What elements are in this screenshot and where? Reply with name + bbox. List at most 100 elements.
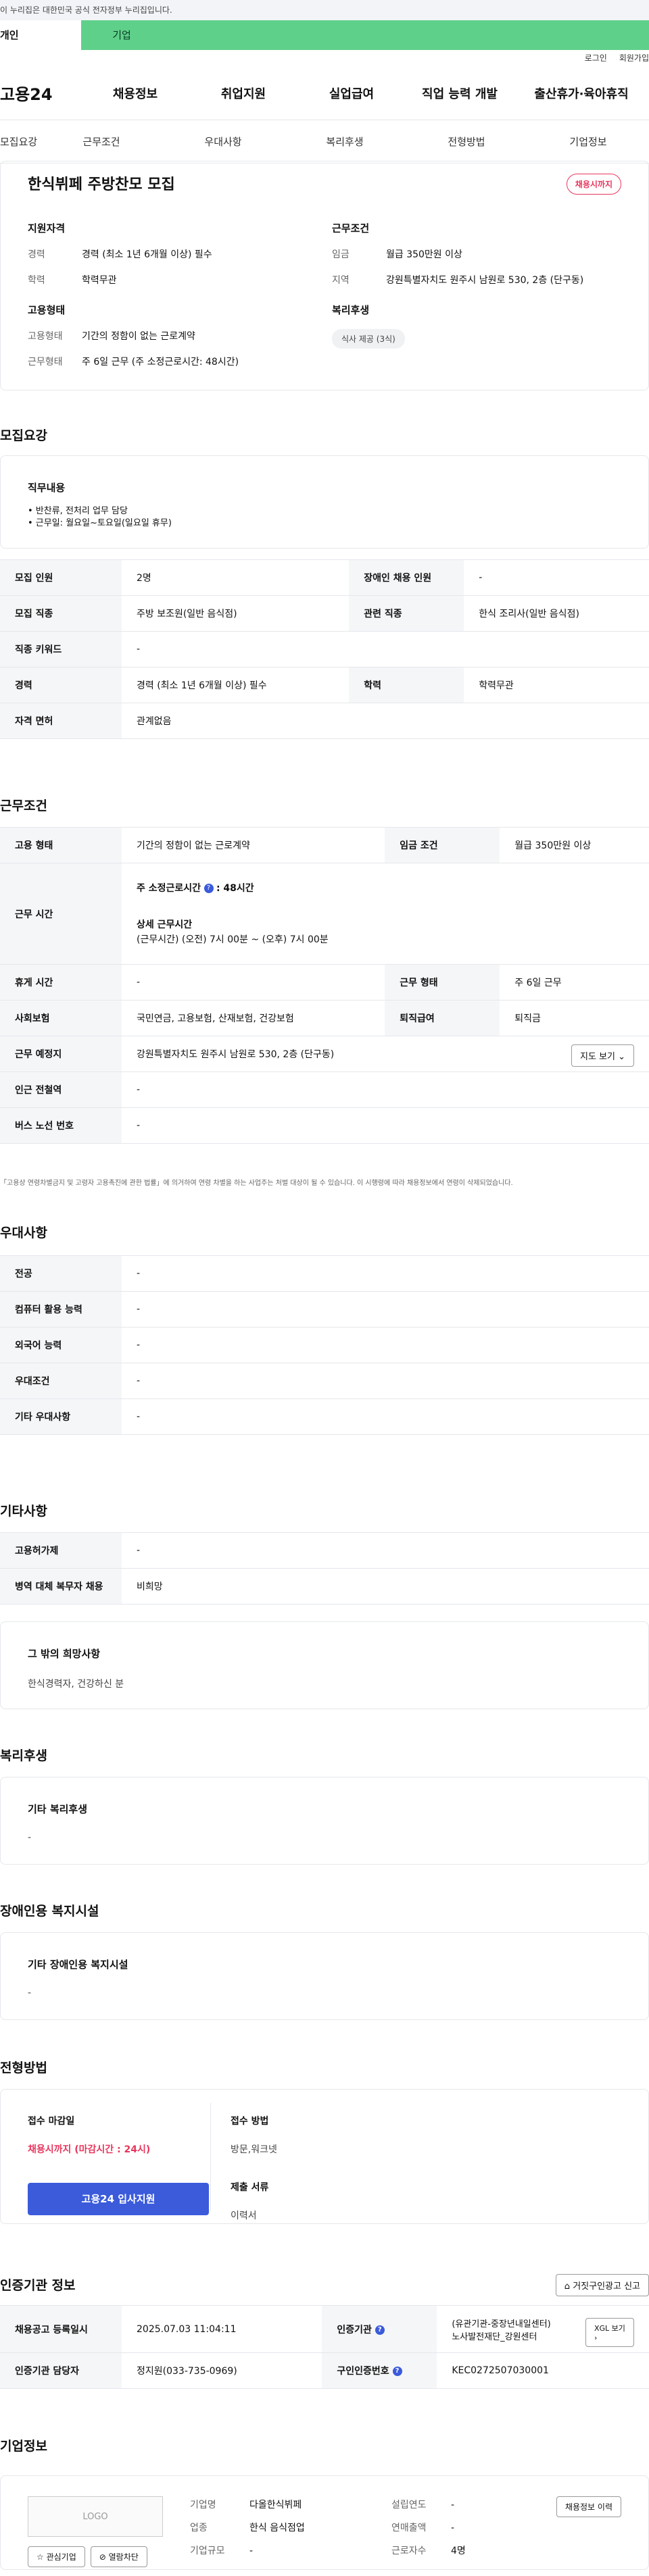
tab-company[interactable]: 기업	[81, 20, 162, 50]
recruit-title: 모집요강	[0, 428, 47, 443]
co-key: 기업규모	[190, 2546, 225, 2556]
td: -	[122, 1363, 649, 1399]
th: 구인인증번호 ?	[322, 2352, 437, 2389]
info-icon[interactable]: ?	[375, 2325, 385, 2335]
co-value: 4명	[451, 2546, 466, 2556]
site-logo[interactable]: 고용24	[0, 81, 81, 105]
work-location: 강원특별자치도 원주시 남원로 530, 2층 (단구동)	[137, 1049, 335, 1060]
recruit-table: 모집 인원 2명 장애인 채용 인원 - 모집 직종 주방 보조원(일반 음식점) 관련 …	[0, 559, 649, 739]
info-icon[interactable]: ?	[203, 883, 214, 893]
td: 관계없음	[122, 703, 649, 739]
th: 휴게 시간	[0, 964, 122, 1001]
th: 근무 예정지	[0, 1036, 122, 1072]
time-b-label: 상세 근무시간	[137, 919, 193, 930]
hope-value: 한식경력자, 건강하신 분	[28, 1679, 124, 1690]
block-button[interactable]: ⊘ 열람차단	[90, 2546, 147, 2567]
history-button[interactable]: 채용정보 이력	[556, 2496, 621, 2517]
xgl-button[interactable]: XGL 보기 ›	[585, 2318, 634, 2347]
cert-title: 인증기관 정보	[0, 2278, 76, 2293]
duty-title: 직무내용	[28, 482, 66, 494]
status-badge: 채용시까지	[566, 174, 621, 195]
nav-pref[interactable]: 우대사항	[162, 134, 284, 149]
info-icon[interactable]: ?	[392, 2367, 402, 2376]
gnb-jobs[interactable]: 채용정보	[81, 84, 189, 102]
td: -	[122, 1291, 649, 1328]
welfare-value: -	[28, 1832, 32, 1843]
apply-button[interactable]: 고용24 입사지원	[28, 2183, 209, 2215]
disab-title: 장애인용 복지시설	[0, 1904, 99, 1919]
disab-sub: 기타 장애인용 복지시설	[28, 1959, 128, 1971]
td: -	[122, 1398, 649, 1435]
th: 모집 인원	[0, 559, 122, 596]
emp-title: 고용형태	[28, 304, 66, 316]
gnb-benefit[interactable]: 실업급여	[297, 84, 406, 102]
section-nav: 모집요강 근무조건 우대사항 복리후생 전형방법 기업정보	[0, 120, 649, 163]
td: 2명	[122, 559, 350, 596]
util-bar: 로그인 회원가입	[0, 50, 649, 66]
td: -	[122, 1071, 649, 1108]
login-link[interactable]: 로그인	[585, 53, 607, 63]
cert-num-label: 구인인증번호	[337, 2366, 389, 2377]
th: 모집 직종	[0, 595, 122, 632]
age-note: 「고용상 연령차별금지 및 고령자 고용촉진에 관한 법률」에 의거하여 연령 …	[0, 1180, 513, 1187]
etc-title: 기타사항	[0, 1504, 47, 1519]
divider	[210, 2103, 211, 2211]
pref-title: 우대사항	[0, 1226, 47, 1240]
nav-welfare[interactable]: 복리후생	[284, 134, 406, 149]
td: 퇴직금	[500, 1000, 649, 1036]
map-button[interactable]: 지도 보기 ⌄	[571, 1044, 634, 1067]
qual-value: 학력무관	[82, 275, 117, 286]
td: -	[122, 1255, 649, 1292]
pref-table: 전공 - 컴퓨터 활용 능력 - 외국어 능력 - 우대조건 - 기타 우대사항 -	[0, 1255, 649, 1435]
nav-process[interactable]: 전형방법	[406, 134, 527, 149]
th: 전공	[0, 1255, 122, 1292]
duty-item: • 반찬류, 전처리 업무 담당	[28, 506, 128, 516]
td: 정지원(033-735-0969)	[122, 2352, 322, 2389]
th: 임금 조건	[385, 827, 500, 863]
time-b-value: (근무시간) (오전) 7시 00분 ~ (오후) 7시 00분	[137, 934, 329, 945]
cert-org-label: 인증기관	[337, 2324, 372, 2335]
emp-key: 고용형태	[28, 331, 63, 342]
user-tabs: 개인 기업	[0, 20, 649, 50]
th: 사회보험	[0, 1000, 122, 1036]
th: 병역 대체 복무자 채용	[0, 1568, 122, 1605]
block-label: 열람차단	[108, 2552, 139, 2562]
qual-value: 경력 (최소 1년 6개월 이상) 필수	[82, 249, 212, 260]
co-key: 업종	[190, 2523, 208, 2533]
time-a-value: : 48시간	[216, 882, 254, 894]
xgl-label: XGL 보기	[594, 2324, 625, 2333]
company-logo: LOGO	[28, 2496, 163, 2537]
welfare-title: 복리후생	[0, 1748, 47, 1763]
fav-button[interactable]: ☆ 관심기업	[28, 2546, 85, 2567]
th: 근무 형태	[385, 964, 500, 1001]
join-link[interactable]: 회원가입	[619, 53, 649, 63]
map-label: 지도 보기	[579, 1052, 615, 1062]
co-key: 설립연도	[391, 2500, 427, 2510]
cert-org: (유관기관-중장년내일센터) 노사발전재단_강원센터	[452, 2319, 551, 2342]
nav-work[interactable]: 근무조건	[41, 134, 162, 149]
th: 경력	[0, 667, 122, 703]
job-title: 한식뷔페 주방찬모 모집	[28, 176, 175, 193]
report-button[interactable]: ⌂ 거짓구인광고 신고	[555, 2274, 649, 2296]
th: 인근 전철역	[0, 1071, 122, 1108]
co-key: 기업명	[190, 2500, 216, 2510]
th: 인증기관 ?	[322, 2305, 437, 2353]
gnb-support[interactable]: 취업지원	[189, 84, 297, 102]
method-value: 방문,워크넷	[231, 2144, 277, 2155]
nav-company[interactable]: 기업정보	[527, 134, 649, 149]
cond-value: 월급 350만원 이상	[386, 249, 462, 260]
th: 기타 우대사항	[0, 1398, 122, 1435]
gnb-training[interactable]: 직업 능력 개발	[406, 84, 514, 102]
th: 학력	[349, 667, 464, 703]
tab-personal[interactable]: 개인	[0, 20, 81, 50]
work-table: 고용 형태 기간의 정함이 없는 근로계약 임금 조건 월급 350만원 이상 근무 …	[0, 827, 649, 1144]
td: -	[464, 559, 649, 596]
td: 학력무관	[464, 667, 649, 703]
td: -	[122, 1107, 649, 1144]
welfare-sub: 기타 복리후생	[28, 1803, 88, 1815]
nav-recruit[interactable]: 모집요강	[0, 134, 41, 149]
qual-title: 지원자격	[28, 222, 66, 234]
cond-title: 근무조건	[332, 222, 370, 234]
th: 근무 시간	[0, 863, 122, 965]
gnb-leave[interactable]: 출산휴가·육아휴직	[514, 84, 649, 102]
